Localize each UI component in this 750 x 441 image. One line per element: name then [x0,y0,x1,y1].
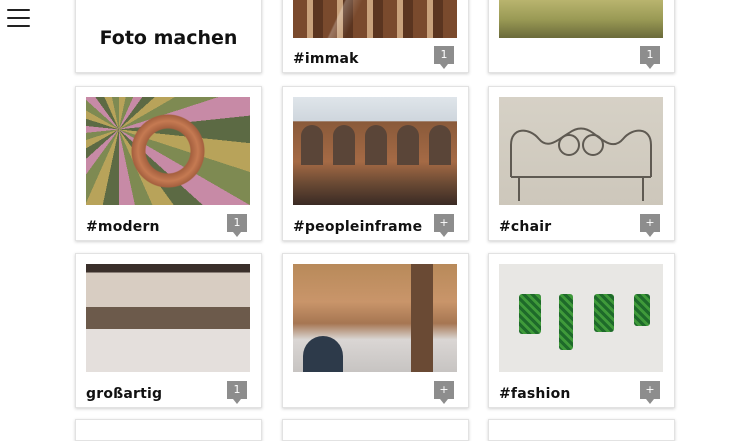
hashtag-label: #modern [86,219,160,235]
hamburger-menu-icon[interactable] [7,9,31,29]
photo-thumbnail[interactable] [293,0,457,38]
hashtag-label: #fashion [499,386,571,402]
add-badge[interactable]: + [640,381,660,404]
photo-thumbnail[interactable] [293,97,457,205]
count-badge[interactable]: 1 [434,46,454,69]
photo-thumbnail[interactable] [86,264,250,372]
photo-thumbnail[interactable] [499,97,663,205]
photo-card-partial[interactable] [282,419,469,441]
count-badge[interactable]: 1 [227,381,247,404]
photo-card-grossartig[interactable]: großartig 1 [75,253,262,408]
photo-thumbnail[interactable] [499,0,663,38]
chair-illustration [510,127,652,201]
photo-thumbnail[interactable] [499,264,663,372]
add-badge[interactable]: + [434,381,454,404]
add-badge[interactable]: + [640,214,660,237]
photo-card-peopleinframe[interactable]: #peopleinframe + [282,86,469,241]
photo-thumbnail[interactable] [86,97,250,205]
hashtag-label: #peopleinframe [293,219,423,235]
photo-card-partial[interactable] [488,419,675,441]
hashtag-label: #chair [499,219,552,235]
add-badge[interactable]: + [434,214,454,237]
photo-thumbnail[interactable] [293,264,457,372]
photo-card-modern[interactable]: #modern 1 [75,86,262,241]
photo-card-partial[interactable] [75,419,262,441]
count-badge[interactable]: 1 [640,46,660,69]
photo-card-chair[interactable]: #chair + [488,86,675,241]
take-photo-button[interactable]: Foto machen [75,0,262,73]
count-badge[interactable]: 1 [227,214,247,237]
photo-card-hall[interactable]: + [282,253,469,408]
photo-card-fashion[interactable]: #fashion + [488,253,675,408]
hashtag-label: #immak [293,51,359,67]
photo-card-immak[interactable]: #immak 1 [282,0,469,73]
photo-card-top-right[interactable]: 1 [488,0,675,73]
hashtag-label: großartig [86,386,163,402]
take-photo-label: Foto machen [99,26,238,49]
